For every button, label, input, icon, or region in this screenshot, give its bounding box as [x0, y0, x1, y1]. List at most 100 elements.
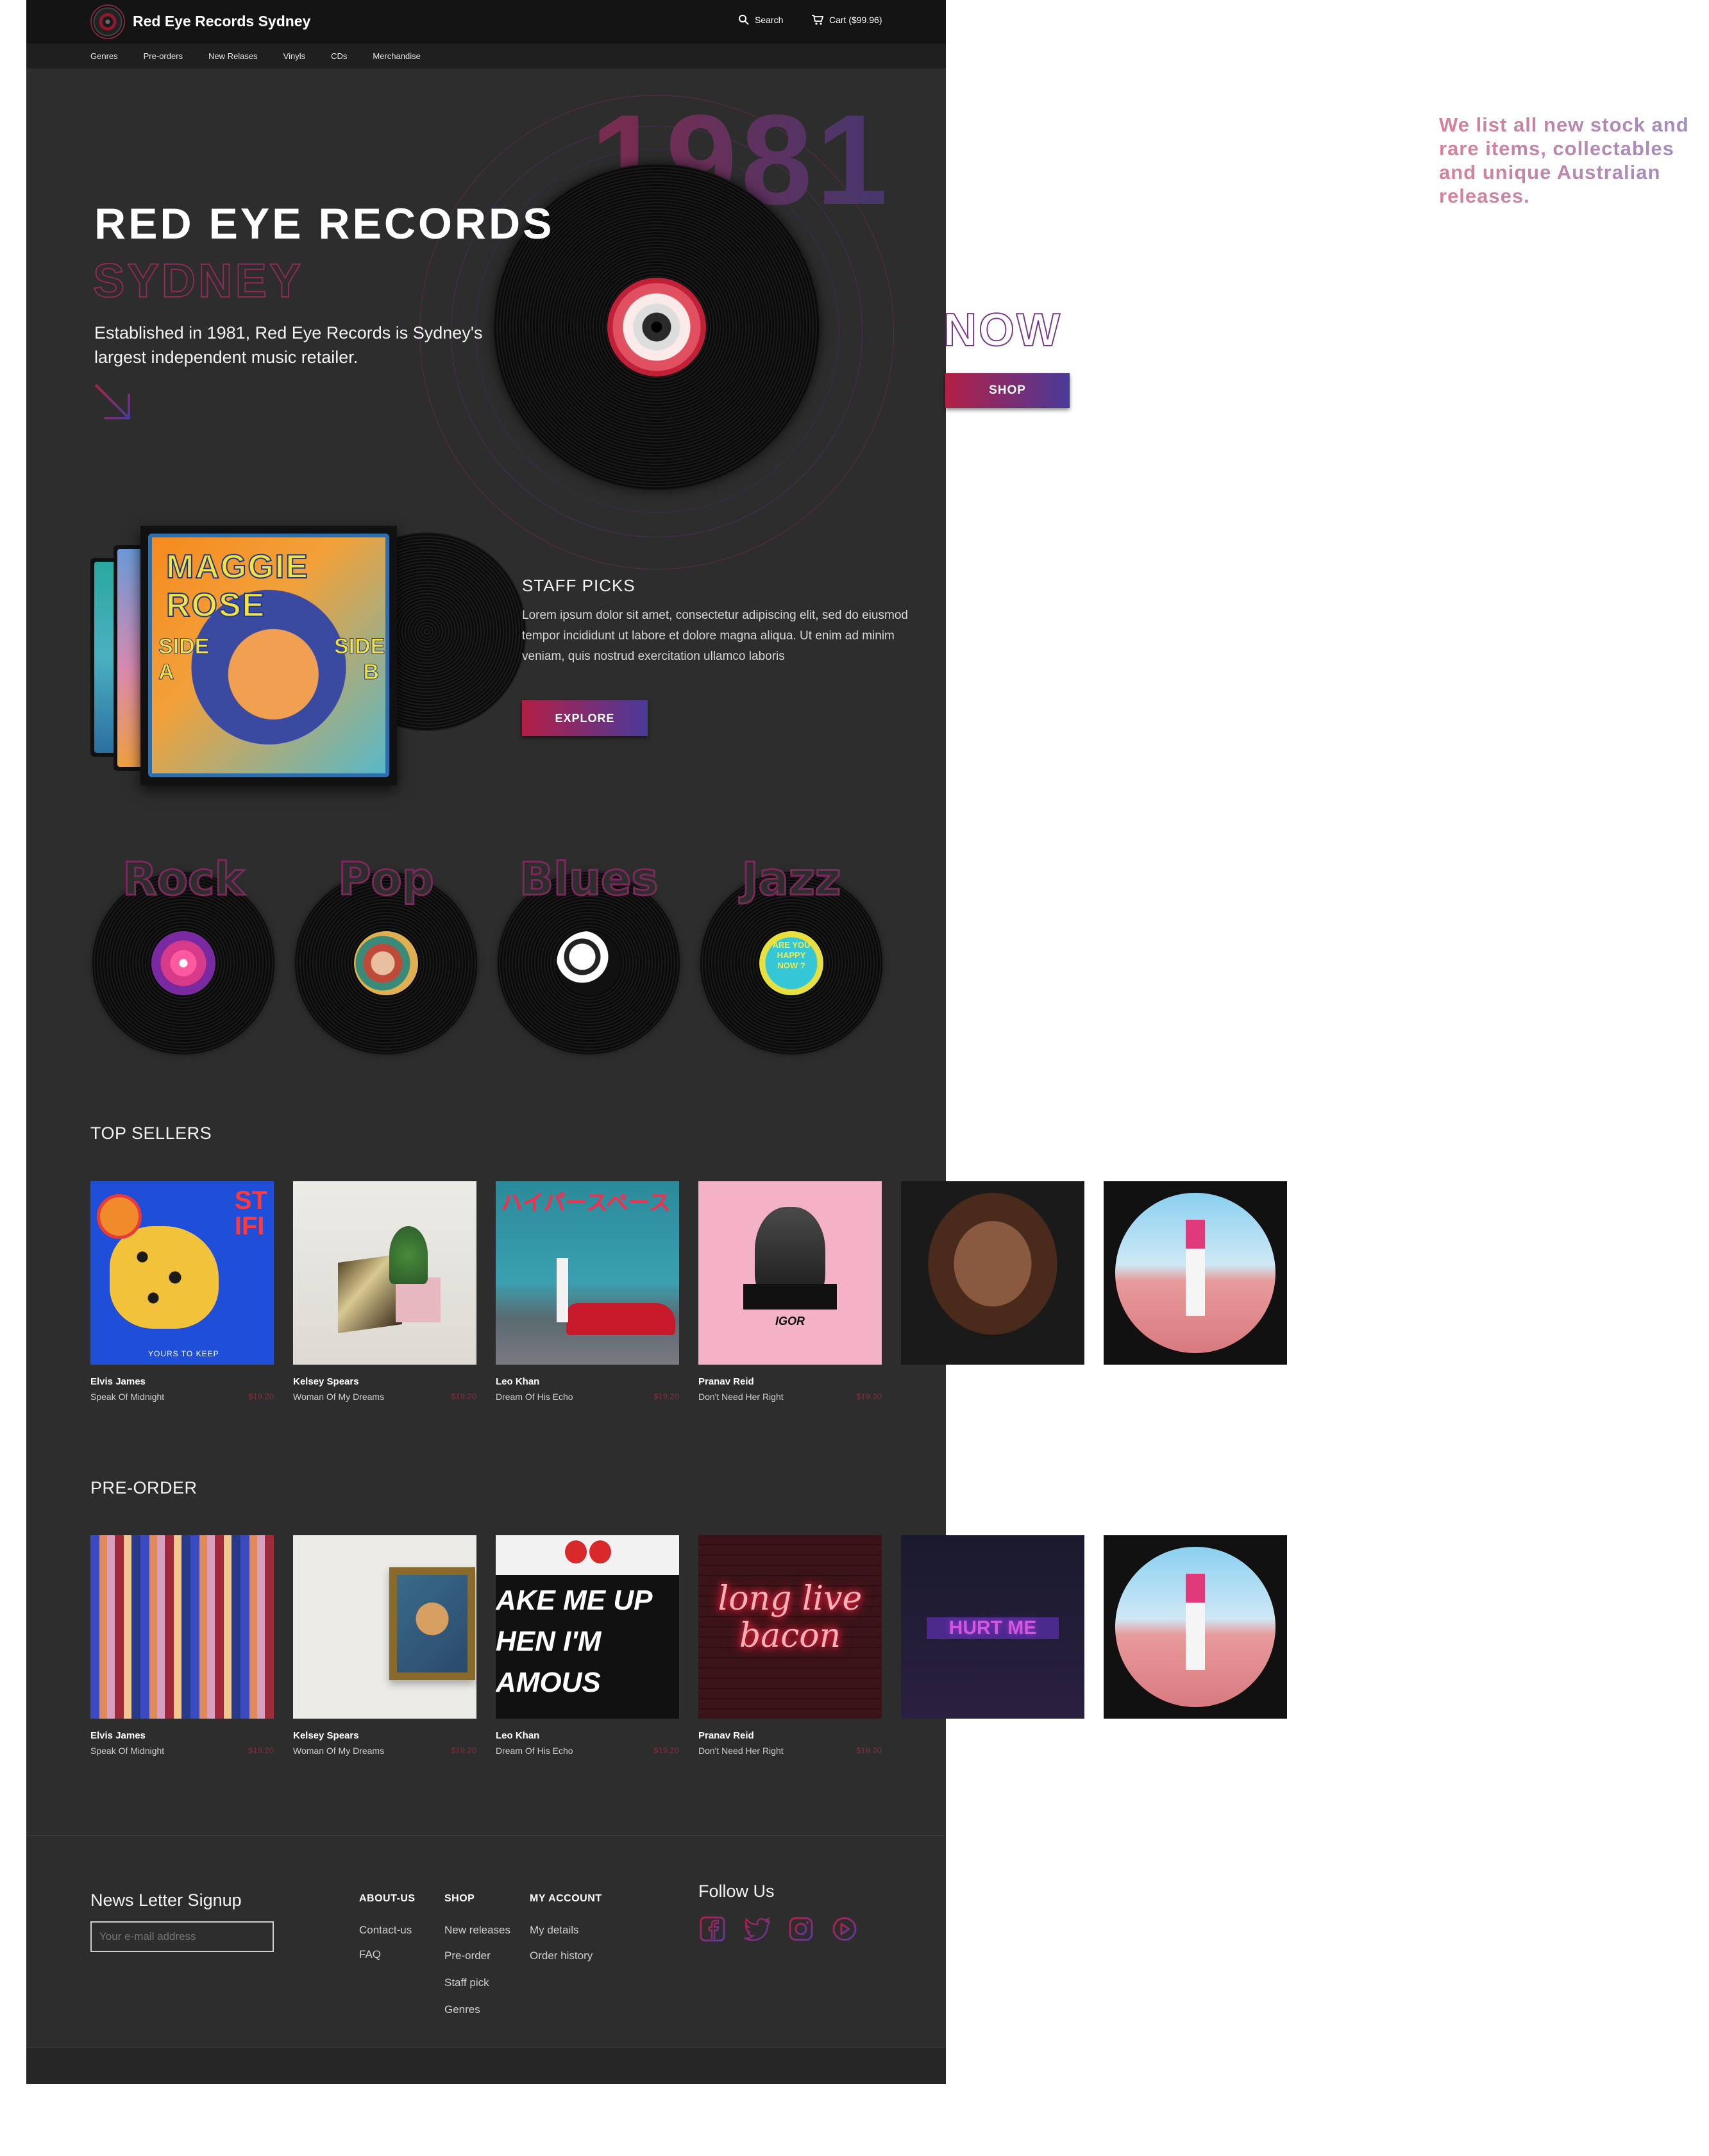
product-card[interactable]: IGOR Pranav Reid Don't Need Her Right $1… — [698, 1181, 882, 1402]
twitter-icon[interactable] — [743, 1915, 771, 1943]
hero-subtitle: SYDNEY — [92, 253, 304, 308]
maggie-rose-artwork: MAGGIE ROSE SIDE A SIDE B — [148, 534, 389, 777]
product-artist: Pranav Reid — [698, 1376, 754, 1387]
product-card[interactable]: ST IFI YOURS TO KEEP Elvis James Speak Of… — [90, 1181, 274, 1402]
product-artist: Kelsey Spears — [293, 1730, 359, 1741]
product-price: $19.20 — [248, 1746, 274, 1755]
explore-button[interactable]: EXPLORE — [522, 700, 648, 736]
cover-line-3: AMOUS — [496, 1667, 601, 1698]
top-sellers-title: TOP SELLERS — [90, 1124, 212, 1143]
album-cover: AKE ME UP HEN I'M AMOUS — [496, 1535, 679, 1719]
pre-order-title: PRE-ORDER — [90, 1478, 198, 1497]
nav-item-genres[interactable]: Genres — [90, 51, 118, 61]
genre-rock-title: Rock — [121, 852, 245, 907]
jazz-label-text: ARE YOU HAPPY NOW ? — [772, 940, 811, 970]
cart-label: Cart ($99.96) — [829, 15, 882, 25]
arrow-down-right-icon[interactable] — [93, 382, 134, 423]
genre-blues[interactable]: Blues — [496, 852, 682, 1054]
product-artist: Pranav Reid — [698, 1730, 754, 1741]
genre-jazz[interactable]: ARE YOU HAPPY NOW ? Jazz — [698, 852, 884, 1054]
album-cover — [293, 1535, 476, 1719]
staff-pick-cover[interactable]: MAGGIE ROSE SIDE A SIDE B — [140, 526, 397, 785]
product-price: $19.20 — [451, 1746, 476, 1755]
product-album: Speak Of Midnight — [90, 1392, 165, 1402]
product-card[interactable]: Kelsey Spears Woman Of My Dreams $19.20 — [293, 1535, 476, 1756]
extra-cover-caption: HURT ME — [927, 1617, 1059, 1639]
cover-caption: YOURS TO KEEP — [148, 1349, 219, 1358]
hero-description: Established in 1981, Red Eye Records is … — [94, 323, 483, 367]
product-card[interactable]: long live bacon Pranav Reid Don't Need H… — [698, 1535, 882, 1756]
logo-record-icon[interactable] — [90, 4, 125, 39]
footer-link-genres[interactable]: Genres — [444, 2003, 480, 2016]
cover-caption: ハイパースペース — [501, 1191, 671, 1215]
extra-album-cover-weeknd[interactable] — [901, 1181, 1084, 1365]
hero-title: RED EYE RECORDS — [94, 199, 555, 248]
product-card[interactable]: Kelsey Spears Woman Of My Dreams $19.20 — [293, 1181, 476, 1402]
newsletter-title: News Letter Signup — [90, 1891, 242, 1910]
brand-name[interactable]: Red Eye Records Sydney — [133, 13, 310, 30]
cover-caption: IGOR — [775, 1315, 805, 1327]
product-card[interactable]: Elvis James Speak Of Midnight $19.20 — [90, 1535, 274, 1756]
product-artist: Leo Khan — [496, 1376, 540, 1387]
footer-link-faq[interactable]: FAQ — [359, 1948, 381, 1961]
footer-bottom-bar — [26, 2047, 946, 2084]
top-bar: Red Eye Records Sydney Search Cart ($99.… — [26, 0, 946, 44]
cart-icon — [812, 15, 824, 25]
product-album: Don't Need Her Right — [698, 1746, 784, 1756]
footer-link-contact-us[interactable]: Contact-us — [359, 1924, 412, 1937]
product-artist: Elvis James — [90, 1376, 146, 1387]
search-button[interactable]: Search — [738, 14, 783, 26]
product-price: $19.20 — [451, 1392, 476, 1401]
product-album: Dream Of His Echo — [496, 1392, 573, 1402]
product-artist: Leo Khan — [496, 1730, 540, 1741]
extra-album-cover-fine-line-2[interactable] — [1104, 1535, 1287, 1719]
nav-item-vinyls[interactable]: Vinyls — [283, 51, 305, 61]
youtube-icon[interactable] — [830, 1915, 859, 1943]
follow-us-title: Follow Us — [698, 1882, 775, 1901]
rock-label-art — [151, 931, 215, 995]
nav-item-new-releases[interactable]: New Relases — [208, 51, 258, 61]
nav-item-merchandise[interactable]: Merchandise — [373, 51, 420, 61]
genre-pop-title: Pop — [337, 852, 435, 907]
genre-jazz-title: Jazz — [741, 852, 842, 907]
genre-pop[interactable]: Pop — [293, 852, 479, 1054]
cover-line-2: HEN I'M — [496, 1626, 602, 1657]
footer-col-account-title: MY ACCOUNT — [530, 1893, 602, 1904]
instagram-icon[interactable] — [787, 1915, 815, 1943]
product-album: Dream Of His Echo — [496, 1746, 573, 1756]
jazz-label-art: ARE YOU HAPPY NOW ? — [759, 931, 823, 995]
product-artist: Elvis James — [90, 1730, 146, 1741]
category-nav: Genres Pre-orders New Relases Vinyls CDs… — [26, 44, 946, 69]
footer-col-shop-title: SHOP — [444, 1893, 475, 1904]
product-price: $19.20 — [856, 1746, 882, 1755]
footer-link-pre-order[interactable]: Pre-order — [444, 1950, 491, 1962]
cover-caption: long live bacon — [718, 1579, 863, 1655]
nav-item-cds[interactable]: CDs — [331, 51, 347, 61]
cart-button[interactable]: Cart ($99.96) — [811, 14, 882, 26]
nav-item-pre-orders[interactable]: Pre-orders — [144, 51, 183, 61]
album-cover — [90, 1535, 274, 1719]
cover-title: MAGGIE ROSE — [165, 548, 309, 625]
product-album: Woman Of My Dreams — [293, 1392, 385, 1402]
shop-button[interactable]: SHOP — [945, 373, 1070, 408]
footer-link-staff-pick[interactable]: Staff pick — [444, 1976, 489, 1989]
footer-link-order-history[interactable]: Order history — [530, 1950, 593, 1962]
album-cover: long live bacon — [698, 1535, 882, 1719]
cover-side-right: SIDE B — [334, 634, 385, 685]
album-cover: ST IFI YOURS TO KEEP — [90, 1181, 274, 1365]
extra-album-cover-fine-line[interactable] — [1104, 1181, 1287, 1365]
extra-album-cover-hurt-me[interactable]: HURT ME — [901, 1535, 1084, 1719]
facebook-icon[interactable] — [698, 1915, 727, 1943]
staff-picks-text: Lorem ipsum dolor sit amet, consectetur … — [522, 609, 908, 663]
blues-label-art — [557, 931, 621, 995]
search-label: Search — [755, 15, 784, 25]
newsletter-email-input[interactable] — [90, 1921, 274, 1952]
genre-rock[interactable]: Rock — [90, 852, 276, 1054]
album-cover: IGOR — [698, 1181, 882, 1365]
now-text: NOW — [943, 304, 1062, 357]
cover-side-left: SIDE A — [158, 634, 210, 685]
footer-link-new-releases[interactable]: New releases — [444, 1924, 510, 1937]
product-card[interactable]: ハイパースペース Leo Khan Dream Of His Echo $19.… — [496, 1181, 679, 1402]
product-card[interactable]: AKE ME UP HEN I'M AMOUS Leo Khan Dream O… — [496, 1535, 679, 1756]
footer-link-my-details[interactable]: My details — [530, 1924, 579, 1937]
